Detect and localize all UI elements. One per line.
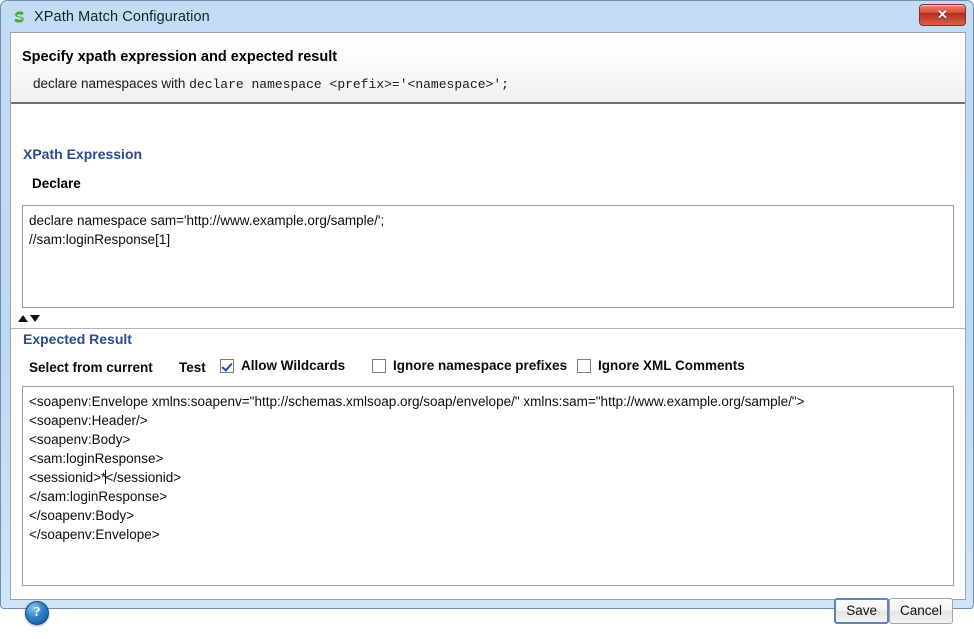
title-bar: XPath Match Configuration ✕ xyxy=(1,1,974,35)
instruction-banner: Specify xpath expression and expected re… xyxy=(11,33,965,104)
ignore-namespace-prefixes-checkbox[interactable]: Ignore namespace prefixes xyxy=(372,358,567,373)
allow-wildcards-label: Allow Wildcards xyxy=(241,358,346,373)
panel-splitter[interactable] xyxy=(11,311,965,329)
banner-subtitle: declare namespaces with declare namespac… xyxy=(33,76,509,92)
save-button[interactable]: Save xyxy=(834,598,889,624)
soapui-s-icon xyxy=(14,11,25,23)
help-glyph: ? xyxy=(33,605,41,620)
xpath-expression-input[interactable]: declare namespace sam='http://www.exampl… xyxy=(22,205,954,308)
ignore-xml-comments-checkbox[interactable]: Ignore XML Comments xyxy=(577,358,745,373)
checkbox-box[interactable] xyxy=(372,358,386,373)
declare-label: Declare xyxy=(32,176,81,191)
banner-title: Specify xpath expression and expected re… xyxy=(22,49,338,65)
dialog-window: XPath Match Configuration ✕ Specify xpat… xyxy=(0,0,974,625)
banner-subtitle-syntax: declare namespace <prefix>='<namespace>'… xyxy=(189,77,509,92)
checkbox-box[interactable] xyxy=(577,358,591,373)
dialog-footer: ? Save Cancel xyxy=(11,589,965,639)
select-from-current-button[interactable]: Select from current xyxy=(29,360,153,375)
window-title: XPath Match Configuration xyxy=(34,9,210,25)
banner-subtitle-prefix: declare namespaces with xyxy=(33,76,190,91)
close-icon: ✕ xyxy=(937,7,948,22)
test-button[interactable]: Test xyxy=(179,360,206,375)
expected-result-toolbar: Select from current Test Allow Wildcards… xyxy=(11,355,965,385)
triangle-up-icon[interactable] xyxy=(18,315,28,322)
ignore-xml-comments-label: Ignore XML Comments xyxy=(598,358,745,373)
checkbox-box-checked[interactable] xyxy=(220,358,234,373)
expected-result-input[interactable]: <soapenv:Envelope xmlns:soapenv="http://… xyxy=(22,386,954,586)
help-question-icon[interactable]: ? xyxy=(25,601,49,625)
dialog-client-area: Specify xpath expression and expected re… xyxy=(10,32,966,625)
allow-wildcards-checkbox[interactable]: Allow Wildcards xyxy=(220,358,345,373)
expected-result-heading: Expected Result xyxy=(23,331,132,347)
cancel-button[interactable]: Cancel xyxy=(888,598,953,624)
close-button[interactable]: ✕ xyxy=(919,4,966,26)
triangle-down-icon[interactable] xyxy=(30,315,40,322)
xpath-expression-heading: XPath Expression xyxy=(23,146,143,162)
ignore-namespace-prefixes-label: Ignore namespace prefixes xyxy=(393,358,568,373)
